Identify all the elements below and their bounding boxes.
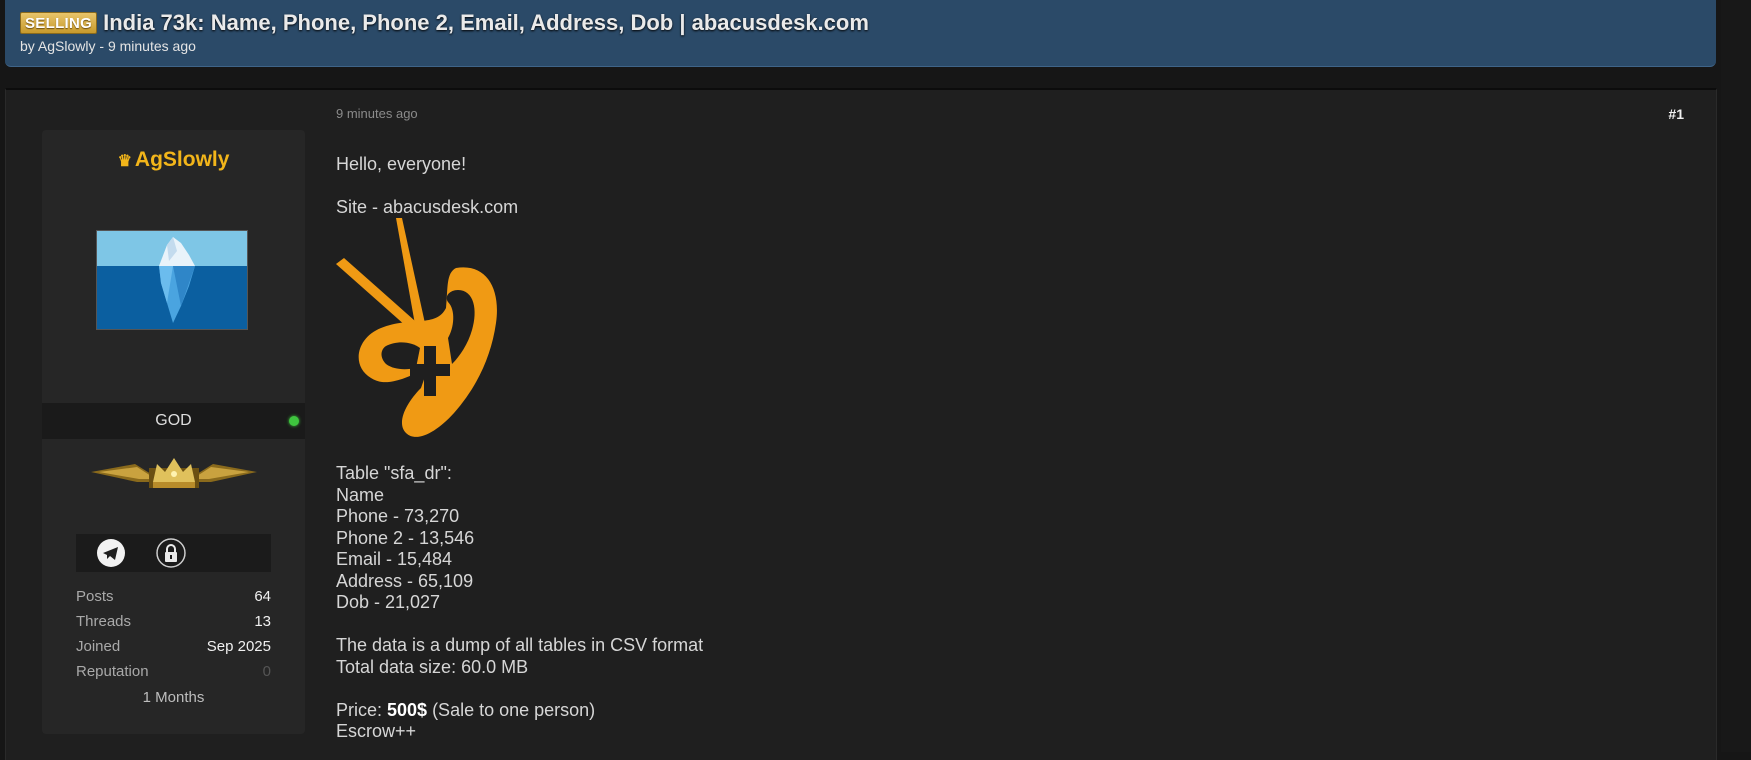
stat-label: Threads (76, 613, 132, 630)
stat-reputation: Reputation 0 (76, 663, 271, 688)
stat-joined: Joined Sep 2025 (76, 638, 271, 663)
table-line: Phone 2 - 13,546 (336, 527, 475, 548)
author-link[interactable]: AgSlowly (38, 38, 96, 54)
crown-icon: ♛ (117, 153, 132, 170)
post-body: Hello, everyone! Site - abacusdesk.com (336, 153, 1336, 218)
lock-icon[interactable] (156, 538, 186, 568)
byline-time: - 9 minutes ago (95, 38, 196, 54)
thread-header: SELLING India 73k: Name, Phone, Phone 2,… (5, 0, 1716, 67)
size-text: Total data size: 60.0 MB (336, 656, 529, 677)
bee-logo-image (336, 218, 497, 437)
price-label: Price: (336, 699, 388, 720)
user-stats: Posts 64 Threads 13 Joined Sep 2025 Repu… (76, 588, 271, 706)
telegram-icon[interactable] (96, 538, 126, 568)
stat-label: Reputation (76, 663, 149, 680)
rank-title: GOD (155, 412, 192, 429)
post-timestamp[interactable]: 9 minutes ago (336, 106, 418, 121)
format-text: The data is a dump of all tables in CSV … (336, 635, 704, 655)
user-sidebar: ♛ AgSlowly GOD Posts 64 Threads 13 Joine… (42, 130, 305, 734)
online-status-icon (289, 416, 299, 426)
stat-value[interactable]: 0 (263, 663, 271, 688)
avatar[interactable] (96, 230, 248, 330)
escrow-text: Escrow++ (336, 721, 417, 741)
price-text: Price: 500$ (Sale to one person) (336, 700, 703, 722)
table-line: Dob - 21,027 (336, 592, 441, 612)
rank-emblem-icon (91, 458, 257, 488)
thread-title-row: SELLING India 73k: Name, Phone, Phone 2,… (20, 10, 869, 36)
stat-threads: Threads 13 (76, 613, 271, 638)
page-edge (1721, 0, 1751, 752)
stat-value: Sep 2025 (206, 638, 271, 655)
table-line: Table "sfa_dr": (336, 463, 452, 483)
table-line: Address - 65,109 (336, 570, 474, 591)
site-text: Site - abacusdesk.com (336, 197, 519, 217)
byline-prefix: by (20, 38, 38, 54)
table-line: Email - 15,484 (336, 549, 453, 569)
thread-byline: by AgSlowly - 9 minutes ago (20, 38, 196, 54)
stat-value: 13 (254, 613, 271, 630)
stat-label: Posts (76, 588, 114, 605)
price-note: (Sale to one person) (427, 699, 596, 720)
username[interactable]: ♛ AgSlowly (42, 148, 305, 172)
selling-badge: SELLING (20, 12, 98, 34)
social-links (76, 534, 271, 572)
username-text: AgSlowly (134, 148, 230, 171)
thread-title: India 73k: Name, Phone, Phone 2, Email, … (103, 10, 869, 35)
membership-duration: 1 Months (142, 689, 205, 706)
price-value: 500$ (387, 699, 428, 720)
post-number[interactable]: #1 (1668, 106, 1684, 122)
greeting-text: Hello, everyone! (336, 154, 467, 174)
stat-label: Joined (76, 638, 121, 655)
stat-posts: Posts 64 (76, 588, 271, 613)
rank-bar: GOD (42, 403, 305, 439)
post-data-listing: Table "sfa_dr": Name Phone - 73,270 Phon… (336, 463, 703, 743)
stat-value: 64 (254, 588, 271, 605)
table-line: Phone - 73,270 (336, 506, 460, 526)
table-line: Name (336, 484, 385, 505)
